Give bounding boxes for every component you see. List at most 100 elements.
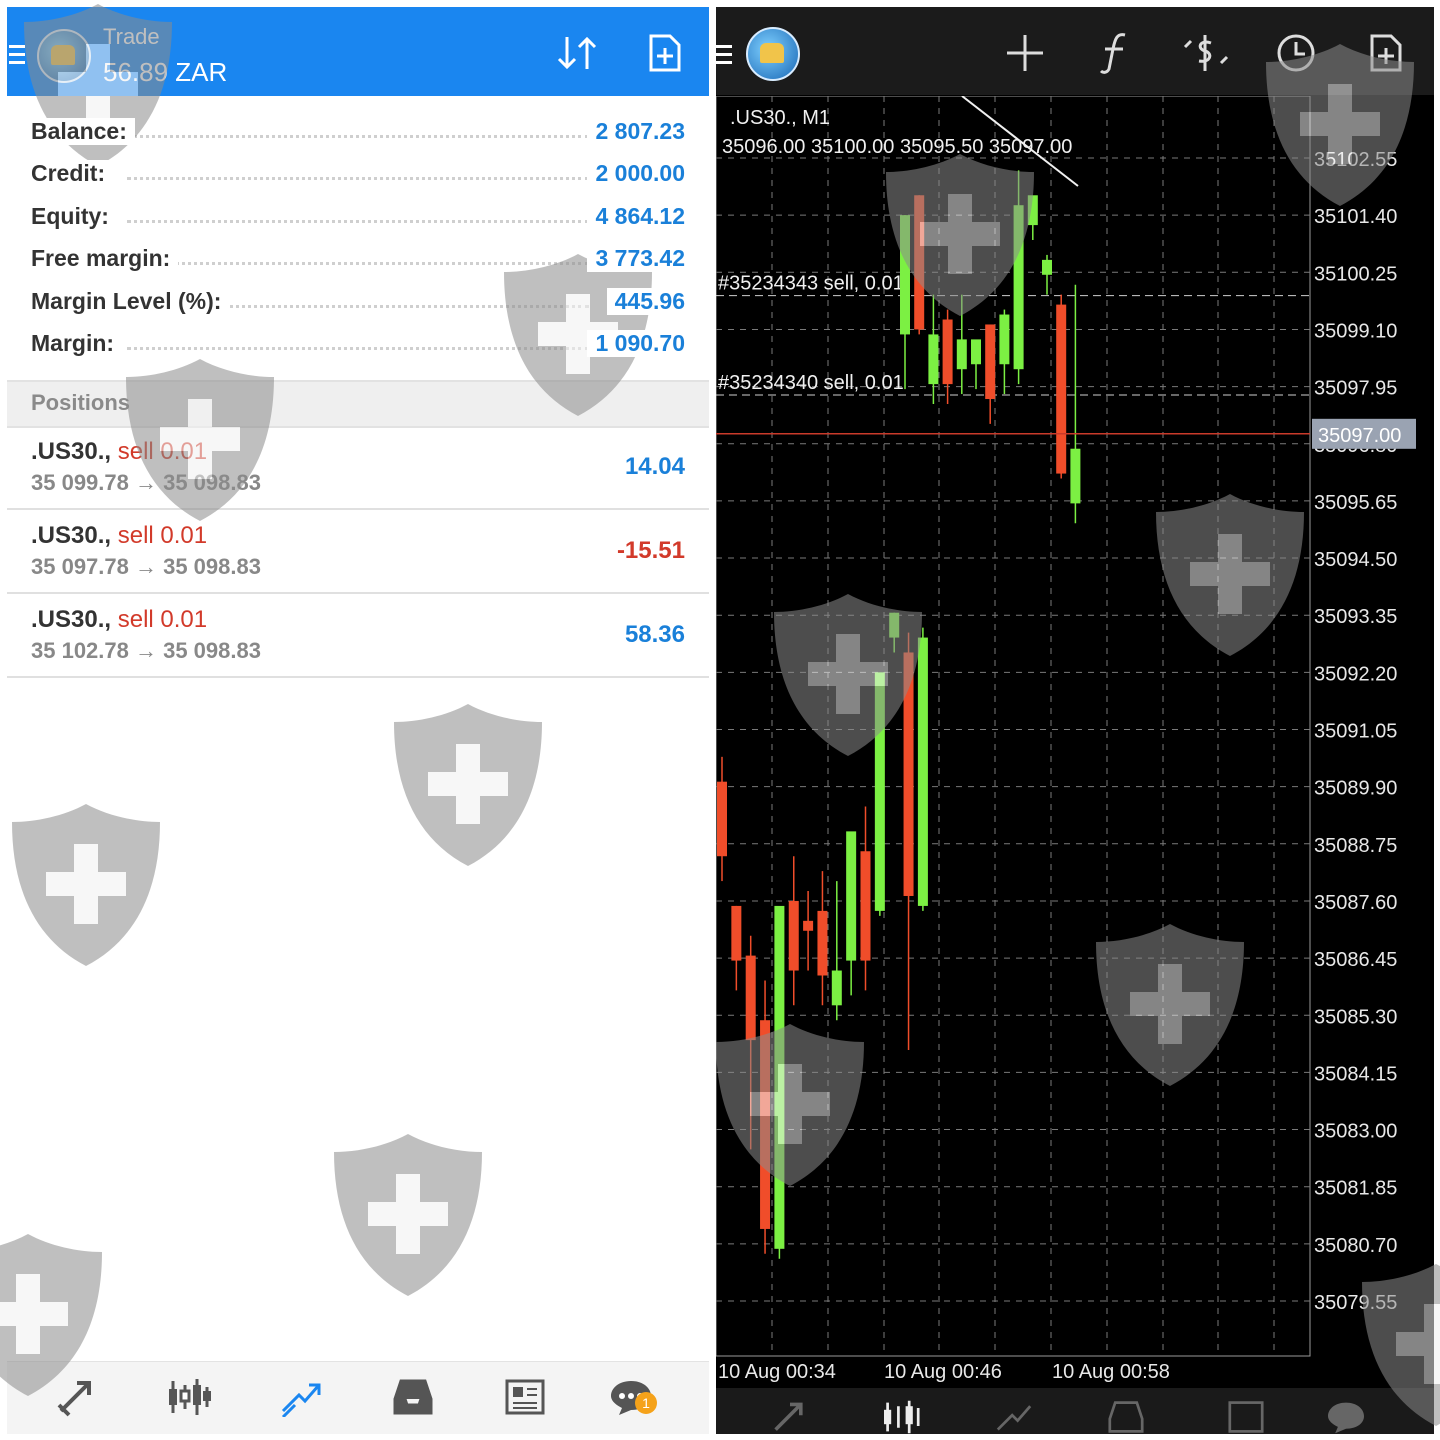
y-tick-label: 35089.90 <box>1314 778 1397 800</box>
chat-nav-icon[interactable] <box>1316 1394 1376 1434</box>
app-logo-icon <box>746 27 800 81</box>
new-order-icon[interactable] <box>641 33 689 73</box>
position-prices: 35 097.78 → 35 098.83 <box>31 554 261 579</box>
position-side: sell 0.01 <box>117 606 208 633</box>
position-symbol: .US30., <box>31 606 112 633</box>
y-tick-label: 35097.95 <box>1314 378 1397 400</box>
chart-nav-icon[interactable] <box>872 1394 932 1434</box>
candle-body <box>760 1020 771 1229</box>
account-summary: Balance: 2 807.23 Credit: 2 000.00 Equity:… <box>7 111 709 365</box>
chart-panel: 35102.55 35101.40 35100.25 35099.10 35097.95… <box>716 7 1434 1434</box>
order-line-label: #35234343 sell, 0.01 <box>718 273 904 295</box>
menu-icon[interactable] <box>9 45 25 69</box>
quotes-nav-icon[interactable] <box>760 1394 820 1434</box>
candle-body <box>788 900 799 971</box>
candle-body <box>956 339 967 370</box>
position-row[interactable]: .US30., sell 0.01 35 097.78 → 35 098.83 … <box>7 510 709 594</box>
candle-body <box>985 324 996 400</box>
y-tick-label: 35080.70 <box>1314 1235 1397 1257</box>
chart-title: .US30., M1 <box>730 107 830 129</box>
ohlc-header: 35096.00 35100.00 35095.50 35097.00 <box>722 136 1072 158</box>
page-title: Trade <box>103 24 160 49</box>
candle-body <box>717 781 727 857</box>
y-tick-label: 35083.00 <box>1314 1121 1397 1143</box>
account-row-equity: Equity: 4 864.12 <box>31 202 685 230</box>
candle-body <box>1056 304 1067 474</box>
trade-panel: Trade 56.89 ZAR Balance: 2 807.23 Credit:… <box>7 7 709 1434</box>
candle-body <box>999 314 1010 365</box>
position-row[interactable]: .US30., sell 0.01 35 099.78 → 35 098.83 … <box>7 426 709 510</box>
y-tick-label: 35088.75 <box>1314 835 1397 857</box>
y-tick-label: 35091.05 <box>1314 721 1397 743</box>
y-tick-label: 35095.65 <box>1314 492 1397 514</box>
y-tick-label: 35086.45 <box>1314 949 1397 971</box>
indicators-icon[interactable] <box>1091 31 1139 75</box>
candle-body <box>1042 259 1052 275</box>
y-tick-label: 35085.30 <box>1314 1006 1397 1028</box>
objects-icon[interactable] <box>1181 31 1229 75</box>
y-tick-label: 35081.85 <box>1314 1178 1397 1200</box>
candle-body <box>889 612 900 638</box>
candle-body <box>860 851 871 961</box>
news-nav-icon[interactable] <box>1216 1394 1276 1434</box>
notification-badge: 1 <box>635 1392 657 1414</box>
y-tick-label: 35100.25 <box>1314 263 1397 285</box>
candle-body <box>874 672 885 911</box>
x-tick-label: 10 Aug 00:46 <box>884 1361 1002 1383</box>
account-row-balance: Balance: 2 807.23 <box>31 118 685 145</box>
y-tick-label: 35094.50 <box>1314 549 1397 571</box>
candle-body <box>971 339 981 365</box>
trade-nav-icon[interactable] <box>271 1374 331 1420</box>
sort-icon[interactable] <box>553 33 601 73</box>
position-profit: -15.51 <box>616 537 685 564</box>
position-row[interactable]: .US30., sell 0.01 35 102.78 → 35 098.83 … <box>7 594 709 678</box>
menu-icon[interactable] <box>716 45 732 69</box>
account-row-free-margin: Free margin: 3 773.42 <box>31 245 685 273</box>
app-logo-icon <box>37 29 91 83</box>
y-tick-label: 35093.35 <box>1314 606 1397 628</box>
candle-body <box>774 905 785 1249</box>
y-tick-label: 35092.20 <box>1314 663 1397 685</box>
trade-header: Trade 56.89 ZAR <box>7 7 709 96</box>
x-tick-label: 10 Aug 00:34 <box>718 1361 836 1383</box>
y-tick-label: 35079.55 <box>1314 1292 1397 1314</box>
timeframe-icon[interactable] <box>1272 31 1320 75</box>
candle-body <box>900 215 910 335</box>
position-profit: 14.04 <box>624 453 685 480</box>
account-row-credit: Credit: 2 000.00 <box>31 160 685 188</box>
chart-toolbar <box>716 7 1434 95</box>
candle-body <box>803 920 814 931</box>
candle-body <box>1070 448 1081 504</box>
y-tick-label: 35087.60 <box>1314 892 1397 914</box>
candle-body <box>914 195 925 330</box>
candle-body <box>745 955 756 1041</box>
candle-body <box>1027 195 1038 226</box>
y-tick-label: 35101.40 <box>1314 206 1397 228</box>
candle-body <box>817 910 828 976</box>
position-side: sell 0.01 <box>117 438 208 465</box>
history-nav-icon[interactable] <box>1096 1394 1156 1434</box>
y-tick-label: 35102.55 <box>1314 149 1397 171</box>
candle-body <box>903 652 914 896</box>
trade-nav-icon[interactable] <box>984 1394 1044 1434</box>
account-row-margin-level: Margin Level (%): 445.96 <box>31 287 685 315</box>
candle-body <box>928 334 939 385</box>
chart-bottom-nav <box>716 1388 1434 1434</box>
position-symbol: .US30., <box>31 522 112 549</box>
crosshair-icon[interactable] <box>1001 31 1049 75</box>
current-price-label: 35097.00 <box>1318 425 1401 447</box>
candle-body <box>1013 205 1024 370</box>
positions-header: Positions <box>7 380 709 428</box>
news-nav-icon[interactable] <box>495 1374 555 1420</box>
chart-nav-icon[interactable] <box>159 1374 219 1420</box>
price-chart[interactable]: 35102.55 35101.40 35100.25 35099.10 35097.95… <box>716 96 1434 1386</box>
bottom-nav: 1 <box>7 1361 709 1434</box>
chat-nav-icon[interactable]: 1 <box>601 1374 661 1420</box>
candle-body <box>846 831 857 961</box>
x-tick-label: 10 Aug 00:58 <box>1052 1361 1170 1383</box>
candle-body <box>831 970 842 1006</box>
quotes-nav-icon[interactable] <box>47 1374 107 1420</box>
new-order-icon[interactable] <box>1362 31 1410 75</box>
position-profit: 58.36 <box>624 621 685 648</box>
history-nav-icon[interactable] <box>383 1374 443 1420</box>
